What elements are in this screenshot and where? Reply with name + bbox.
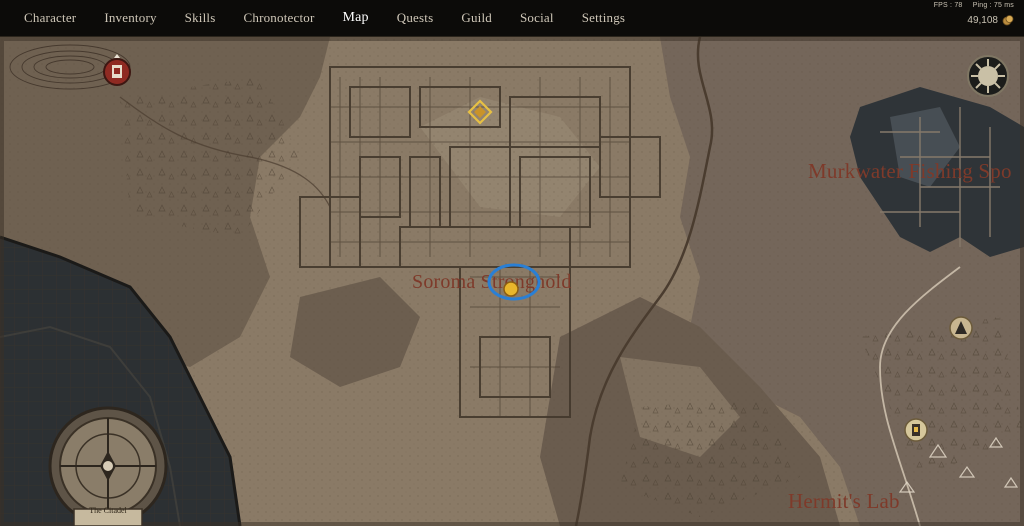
player-marker-icon[interactable] — [502, 280, 520, 298]
location-label-murkwater-fishing-spot[interactable]: Murkwater Fishing Spo — [808, 159, 1012, 184]
top-navigation-bar: Character Inventory Skills Chronotector … — [0, 0, 1024, 37]
nav-skills[interactable]: Skills — [171, 10, 230, 26]
shrine-icon[interactable] — [948, 316, 974, 340]
fps-readout: FPS : 78 — [933, 2, 963, 9]
performance-readout: FPS : 78 Ping : 75 ms — [926, 2, 1014, 9]
nav-quests[interactable]: Quests — [383, 10, 448, 26]
nav-guild[interactable]: Guild — [447, 10, 506, 26]
location-label-hermits-lab[interactable]: Hermit's Lab — [788, 489, 900, 514]
main-menu: Character Inventory Skills Chronotector … — [10, 0, 639, 36]
waypoint-icon[interactable] — [467, 99, 493, 125]
nav-character[interactable]: Character — [10, 10, 90, 26]
nav-social[interactable]: Social — [506, 10, 568, 26]
nav-chronotector[interactable]: Chronotector — [230, 10, 329, 26]
nav-map[interactable]: Map — [329, 10, 383, 26]
lantern-icon[interactable] — [904, 417, 928, 443]
currency-amount: 49,108 — [967, 14, 998, 26]
coin-icon — [1002, 15, 1014, 26]
compass-emblem-icon[interactable] — [966, 54, 1010, 98]
compass-location-label: The Citadel — [89, 506, 127, 515]
currency-display: 49,108 — [926, 14, 1014, 26]
ping-readout: Ping : 75 ms — [972, 2, 1014, 9]
nav-inventory[interactable]: Inventory — [90, 10, 170, 26]
nav-settings[interactable]: Settings — [568, 10, 640, 26]
tower-icon[interactable] — [100, 53, 134, 87]
stats-panel: FPS : 78 Ping : 75 ms 49,108 — [926, 2, 1014, 26]
